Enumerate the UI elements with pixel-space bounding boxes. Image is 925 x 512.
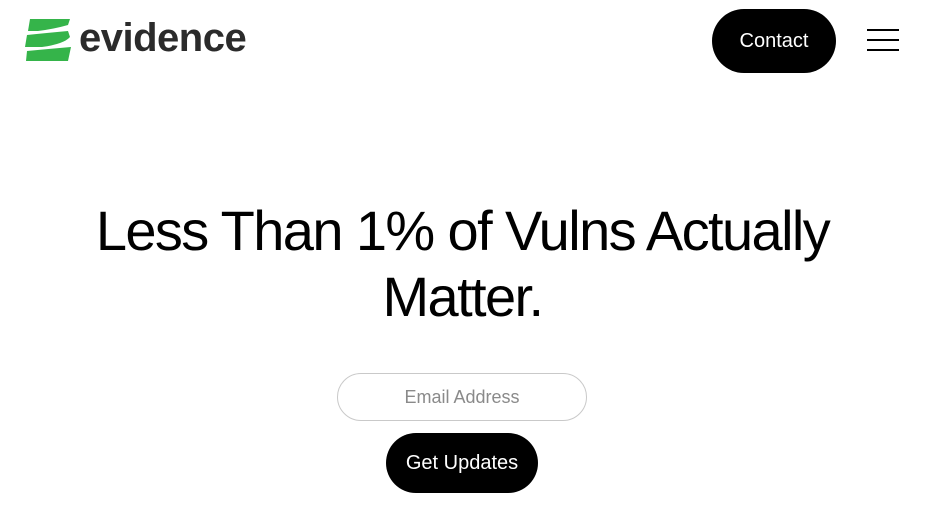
email-input[interactable] — [337, 373, 587, 421]
get-updates-button[interactable]: Get Updates — [386, 433, 538, 493]
menu-bar-middle — [867, 39, 899, 41]
site-header: evidence Contact — [0, 0, 925, 82]
menu-bar-top — [867, 29, 899, 31]
contact-button[interactable]: Contact — [712, 9, 836, 73]
evidence-wave-logo-icon — [25, 19, 71, 61]
site-logo[interactable]: evidence — [24, 16, 247, 62]
logo-wordmark: evidence — [79, 16, 247, 60]
hamburger-menu-icon[interactable] — [864, 24, 902, 56]
menu-bar-bottom — [867, 49, 899, 51]
hero-title: Less Than 1% of Vulns Actually Matter. — [95, 199, 831, 328]
landing-page: evidence Contact Less Than 1% of Vulns A… — [0, 0, 925, 512]
